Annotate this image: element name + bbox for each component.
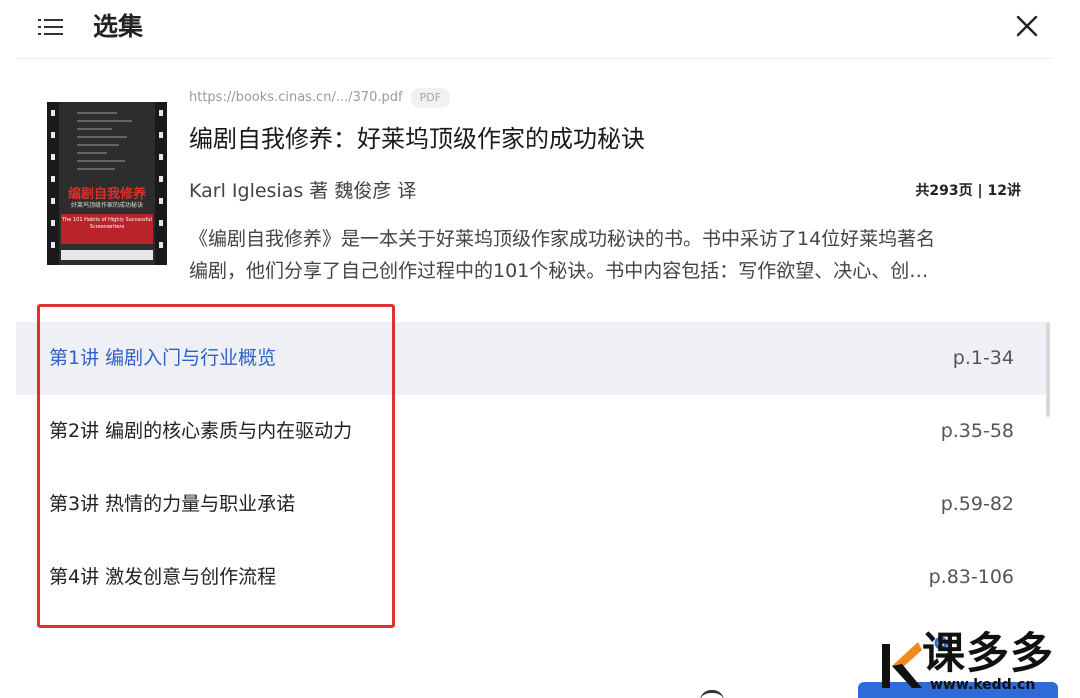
source-url[interactable]: https://books.cinas.cn/.../370.pdf bbox=[189, 89, 403, 107]
cover-text-lines bbox=[77, 112, 137, 176]
film-hole bbox=[159, 220, 163, 226]
book-description: 《编剧自我修养》是一本关于好莱坞顶级作家成功秘诀的书。书中采访了14位好莱坞著名… bbox=[189, 223, 1025, 287]
menu-icon[interactable] bbox=[38, 14, 64, 40]
source-line: https://books.cinas.cn/.../370.pdf PDF bbox=[189, 88, 451, 108]
book-description-line: 《编剧自我修养》是一本关于好莱坞顶级作家成功秘诀的书。书中采访了14位好莱坞著名 bbox=[189, 228, 936, 250]
close-icon[interactable] bbox=[1013, 12, 1041, 40]
book-title: 编剧自我修养：好莱坞顶级作家的成功秘诀 bbox=[189, 125, 645, 153]
book-meta: 共293页 | 12讲 bbox=[915, 183, 1021, 199]
cover-publisher-band bbox=[61, 250, 153, 260]
book-description-line: 编剧，他们分享了自己创作过程中的101个秘诀。书中内容包括：写作欲望、决心、创… bbox=[189, 260, 929, 282]
annotation-highlight-box bbox=[37, 304, 395, 628]
panel-title: 选集 bbox=[93, 12, 144, 41]
menu-icon-dot bbox=[38, 19, 41, 21]
book-cover[interactable]: 编剧自我修养 好莱坞顶级作家的成功秘诀 The 101 Habits of Hi… bbox=[47, 102, 167, 265]
film-hole bbox=[159, 154, 163, 160]
cover-title: 编剧自我修养 bbox=[67, 187, 146, 202]
watermark-text: 课多多 bbox=[922, 629, 1054, 679]
header: 选集 bbox=[0, 0, 1080, 58]
film-strip-left bbox=[47, 102, 59, 265]
film-hole bbox=[159, 132, 163, 138]
cover-red-band: The 101 Habits of Highly Successful Scre… bbox=[61, 214, 153, 244]
file-type-badge: PDF bbox=[410, 88, 451, 108]
film-hole bbox=[51, 198, 55, 204]
film-hole bbox=[159, 242, 163, 248]
bottom-icon-fragment bbox=[700, 690, 724, 698]
cover-en-title: The 101 Habits of Highly Successful Scre… bbox=[62, 217, 152, 230]
film-hole bbox=[51, 154, 55, 160]
film-hole bbox=[51, 176, 55, 182]
watermark-logo-icon bbox=[882, 642, 922, 688]
chapter-pages: p.35-58 bbox=[940, 420, 1014, 442]
chapter-pages: p.83-106 bbox=[928, 566, 1014, 588]
film-hole bbox=[51, 110, 55, 116]
menu-icon-bar bbox=[44, 26, 63, 28]
scrollbar[interactable] bbox=[1046, 322, 1050, 417]
film-hole bbox=[51, 220, 55, 226]
film-hole bbox=[159, 176, 163, 182]
cover-subtitle: 好莱坞顶级作家的成功秘诀 bbox=[70, 202, 143, 209]
film-hole bbox=[159, 110, 163, 116]
watermark-url: www.kedd.cn bbox=[930, 677, 1036, 693]
menu-icon-dot bbox=[38, 26, 41, 28]
film-strip-right bbox=[155, 102, 167, 265]
chapter-pages: p.59-82 bbox=[940, 493, 1014, 515]
selection-panel: 选集 编剧自我修养 好莱坞顶级作家的成功秘诀 The 101 Habits of… bbox=[0, 0, 1080, 698]
menu-icon-dot bbox=[38, 33, 41, 35]
film-hole bbox=[51, 242, 55, 248]
chapter-pages: p.1-34 bbox=[952, 347, 1014, 369]
menu-icon-bar bbox=[44, 33, 63, 35]
menu-icon-bar bbox=[44, 19, 63, 21]
header-divider bbox=[16, 58, 1052, 59]
film-hole bbox=[51, 132, 55, 138]
book-authors: Karl Iglesias 著 魏俊彦 译 bbox=[189, 180, 417, 202]
film-hole bbox=[159, 198, 163, 204]
